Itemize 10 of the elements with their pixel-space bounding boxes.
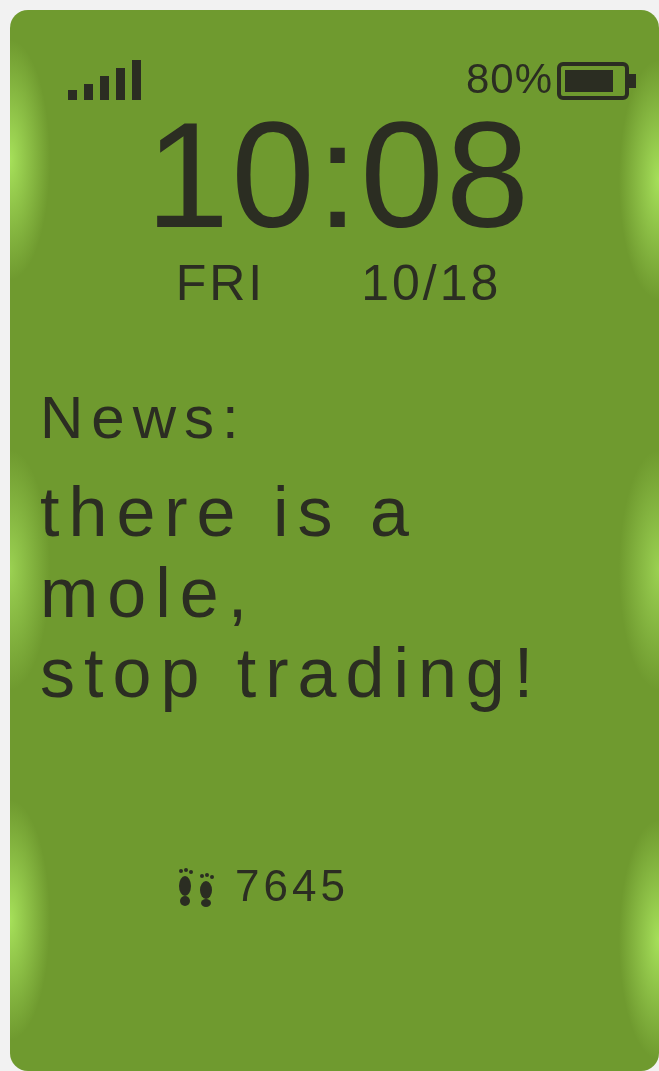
step-count: 7645 [235,863,349,908]
news-message-line: there is a [40,473,418,551]
date-text: 10/18 [361,258,502,308]
news-message-line: mole, [40,553,257,632]
battery-icon [557,62,637,100]
news-heading: News: [40,384,247,451]
weekday-text: FRI [175,258,266,308]
battery-percentage: 80% [465,58,553,100]
news-message-line: stop trading! [40,634,543,712]
signal-icon [68,60,142,100]
